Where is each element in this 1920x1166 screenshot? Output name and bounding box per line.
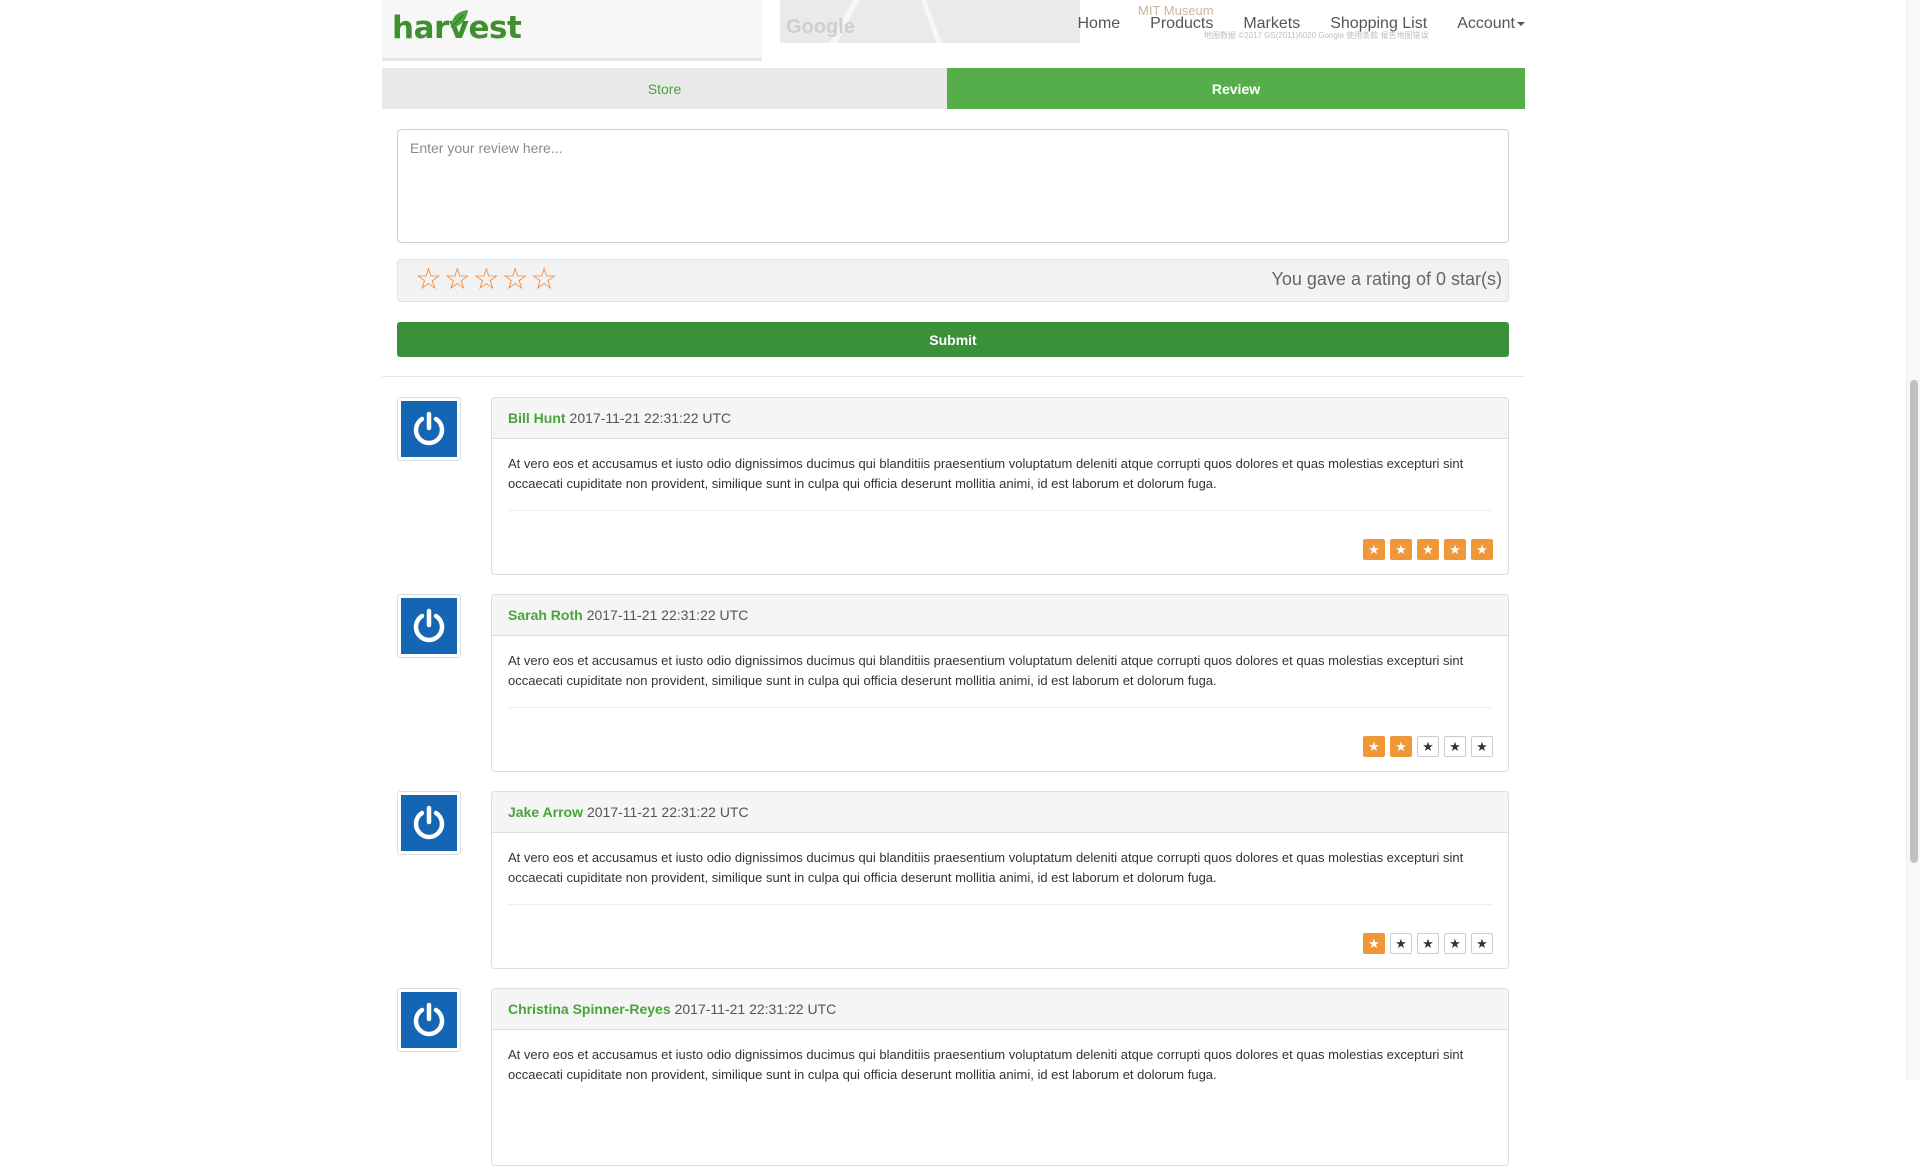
map-road [918,0,947,43]
submit-review-button[interactable]: Submit [397,322,1509,357]
star-outline-icon[interactable]: ☆ [444,264,471,296]
review-text: At vero eos et accusamus et iusto odio d… [508,850,1464,885]
star-empty-icon: ★ [1417,933,1439,954]
avatar [397,988,461,1052]
review-date: 2017-11-21 22:31:22 UTC [569,410,732,426]
review-header: Bill Hunt 2017-11-21 22:31:22 UTC [492,398,1508,439]
power-icon [401,401,457,457]
google-watermark: Google [786,16,855,38]
star-filled-icon: ★ [1444,539,1466,560]
nav-markets[interactable]: Markets [1243,15,1300,37]
review-divider [508,904,1492,905]
review-panel: Jake Arrow 2017-11-21 22:31:22 UTC At ver… [491,791,1509,969]
review-date: 2017-11-21 22:31:22 UTC [674,1001,837,1017]
star-filled-icon: ★ [1363,736,1385,757]
store-review-tabs: Store Review [382,68,1525,109]
star-filled-icon: ★ [1363,539,1385,560]
avatar [397,594,461,658]
star-empty-icon: ★ [1417,736,1439,757]
tab-store[interactable]: Store [382,68,947,109]
avatar [397,791,461,855]
star-empty-icon: ★ [1444,933,1466,954]
review-header: Jake Arrow 2017-11-21 22:31:22 UTC [492,792,1508,833]
map-preview[interactable]: Google [780,0,1080,43]
nav-account-label: Account [1457,15,1515,32]
star-outline-icon[interactable]: ☆ [473,264,500,296]
star-empty-icon: ★ [1390,933,1412,954]
review-panel: Christina Spinner-Reyes 2017-11-21 22:31:… [491,988,1509,1166]
star-filled-icon: ★ [1390,539,1412,560]
review-header: Christina Spinner-Reyes 2017-11-21 22:31:… [492,989,1508,1030]
rating-bar: ☆ ☆ ☆ ☆ ☆ You gave a rating of 0 star(s) [397,259,1509,302]
review-divider [508,707,1492,708]
page: harvest Google MIT Museum 地图数据 ©2017 GS(… [382,0,1525,1166]
power-icon [401,992,457,1048]
star-filled-icon: ★ [1417,539,1439,560]
nav-shopping-list[interactable]: Shopping List [1330,15,1427,37]
star-empty-icon: ★ [1471,736,1493,757]
review-text: At vero eos et accusamus et iusto odio d… [508,653,1464,688]
rating-status-text: You gave a rating of 0 star(s) [1271,269,1502,289]
review-stars: ★ ★ ★ ★ ★ [1363,933,1493,954]
page-scrollbar[interactable] [1906,0,1920,1080]
scrollbar-thumb[interactable] [1910,380,1918,863]
reviewer-name[interactable]: Bill Hunt [508,410,566,426]
review-text: At vero eos et accusamus et iusto odio d… [508,1047,1464,1082]
review-panel: Sarah Roth 2017-11-21 22:31:22 UTC At ver… [491,594,1509,772]
reviewer-name[interactable]: Jake Arrow [508,804,583,820]
star-outline-icon[interactable]: ☆ [415,264,442,296]
review-panel: Bill Hunt 2017-11-21 22:31:22 UTC At vero… [491,397,1509,575]
leaf-icon [451,10,468,28]
power-icon [401,795,457,851]
nav-account-dropdown[interactable]: Account [1457,15,1525,37]
rating-star-input[interactable]: ☆ ☆ ☆ ☆ ☆ [415,264,558,296]
avatar [397,397,461,461]
review-header: Sarah Roth 2017-11-21 22:31:22 UTC [492,595,1508,636]
star-empty-icon: ★ [1444,736,1466,757]
star-empty-icon: ★ [1471,933,1493,954]
harvest-logo[interactable]: harvest [392,10,522,46]
reviewer-name[interactable]: Christina Spinner-Reyes [508,1001,671,1017]
review-stars: ★ ★ ★ ★ ★ [1363,736,1493,757]
divider [382,376,1525,377]
nav-home[interactable]: Home [1077,15,1120,37]
review-date: 2017-11-21 22:31:22 UTC [586,804,749,820]
review-text: At vero eos et accusamus et iusto odio d… [508,456,1464,491]
power-icon [401,598,457,654]
header-spacer [762,0,780,68]
review-stars: ★ ★ ★ ★ ★ [1363,539,1493,560]
logo-area: harvest [382,0,762,61]
nav-products[interactable]: Products [1150,15,1213,37]
star-filled-icon: ★ [1363,933,1385,954]
main-nav: Home Products Markets Shopping List Acco… [1077,15,1525,37]
review-textarea[interactable] [397,129,1509,243]
caret-down-icon [1517,21,1525,26]
review-date: 2017-11-21 22:31:22 UTC [586,607,749,623]
star-filled-icon: ★ [1390,736,1412,757]
reviewer-name[interactable]: Sarah Roth [508,607,583,623]
star-outline-icon[interactable]: ☆ [531,264,558,296]
review-divider [508,510,1492,511]
star-filled-icon: ★ [1471,539,1493,560]
tab-review[interactable]: Review [947,68,1525,109]
star-outline-icon[interactable]: ☆ [502,264,529,296]
